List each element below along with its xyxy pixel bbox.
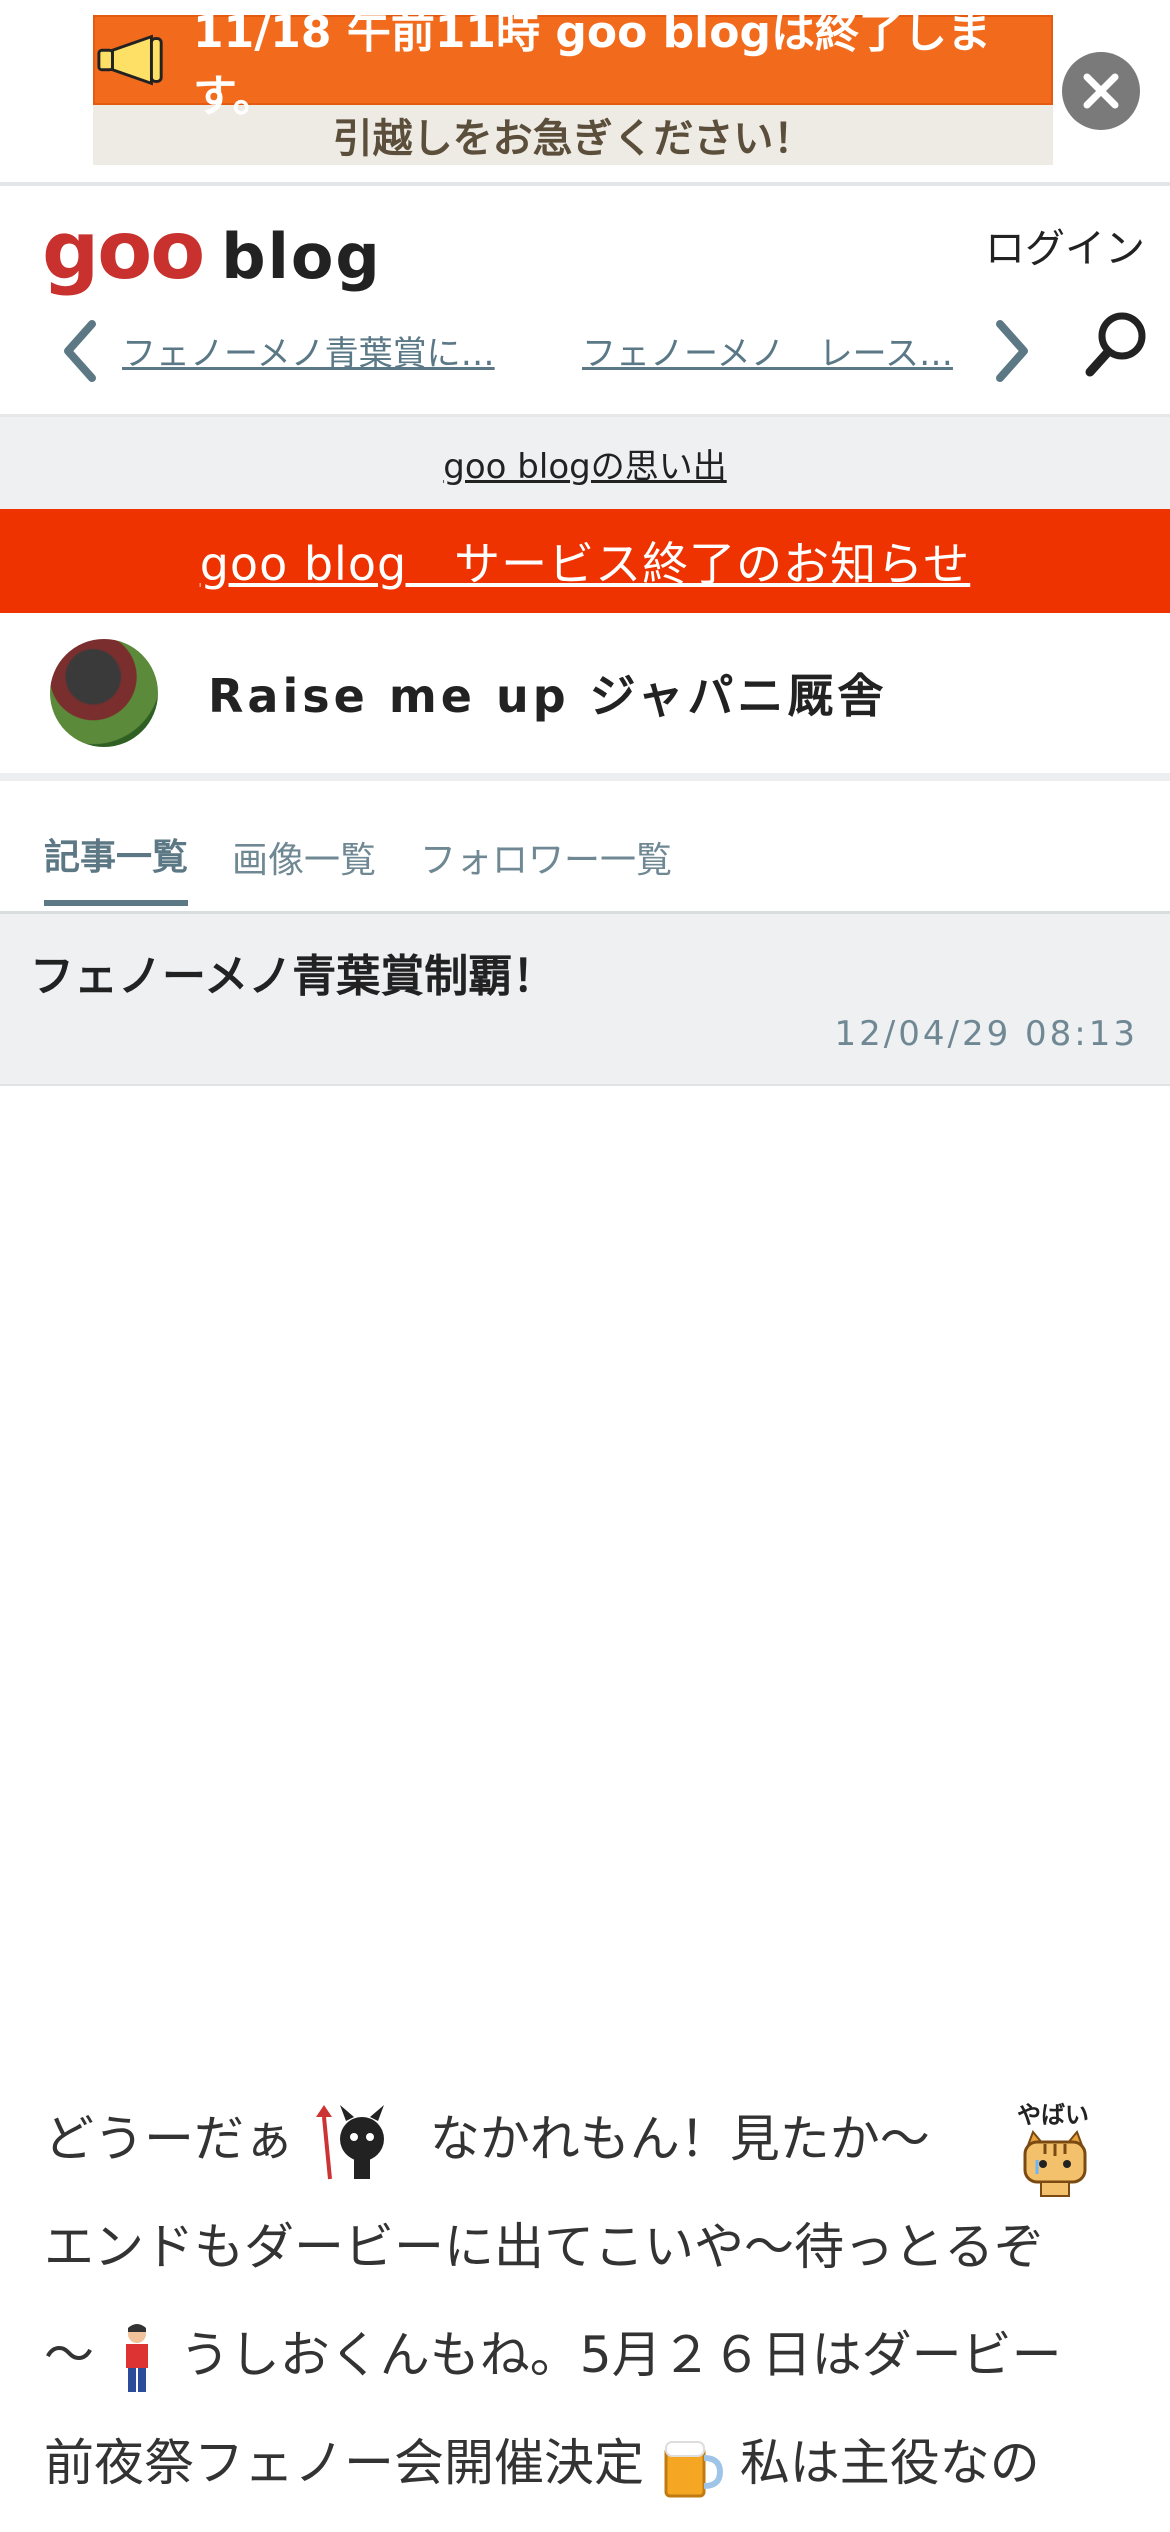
article-text: なかれもん！見たか～ (429, 2110, 930, 2168)
devil-emoji-icon (315, 2104, 384, 2179)
promo-banner[interactable]: 11/18 午前11時 goo blogは終了します。 引越しをお急ぎください！ (93, 7, 1053, 165)
service-end-notice-link[interactable]: goo blog サービス終了のお知らせ (200, 528, 971, 594)
logo-goo: goo (42, 204, 205, 297)
memories-link[interactable]: goo blogの思い出 (443, 439, 726, 488)
login-link[interactable]: ログイン (985, 216, 1145, 274)
article-body: どうーだぁ なかれもん！見たか～ エンドもダービーに出てこいや～待っとるぞ ～ … (44, 2085, 1134, 2517)
prev-article-link[interactable]: フェノーメノ青葉賞に… (122, 326, 495, 375)
close-icon (1083, 73, 1119, 109)
service-end-notice-bar: goo blog サービス終了のお知らせ (0, 509, 1170, 613)
yabai-cat-sticker: やばい (1015, 2095, 1095, 2204)
avatar[interactable] (50, 639, 158, 747)
memories-bar: goo blogの思い出 (0, 414, 1170, 509)
goo-blog-logo[interactable]: goo blog (42, 204, 382, 297)
person-emoji-icon (125, 2323, 148, 2392)
logo-blog: blog (221, 220, 382, 293)
tab-articles[interactable]: 記事一覧 (44, 798, 189, 906)
promo-banner-line1-box: 11/18 午前11時 goo blogは終了します。 (93, 7, 1053, 122)
article-line-2: エンドもダービーに出てこいや～待っとるぞ (44, 2218, 1044, 2276)
search-icon[interactable] (1082, 306, 1152, 386)
promo-banner-line2: 引越しをお急ぎください！ (332, 116, 814, 162)
chevron-left-icon[interactable] (60, 316, 100, 386)
article-title: フェノーメノ青葉賞制覇！ (30, 951, 557, 1002)
blog-title[interactable]: Raise me up ジャパニ厩舎 (208, 660, 887, 726)
article-text: ～ (44, 2326, 94, 2384)
article-header: フェノーメノ青葉賞制覇！ 12/04/29 08:13 (0, 914, 1170, 1086)
article-line-1: どうーだぁ なかれもん！見たか～ (44, 2085, 1134, 2193)
close-banner-button[interactable] (1062, 52, 1140, 130)
blog-header: Raise me up ジャパニ厩舎 (0, 613, 1170, 781)
article-text: 私は主役なの (739, 2434, 1040, 2492)
article-text: うしおくんもね。5月２６日はダービー (179, 2326, 1062, 2384)
sticker-label: やばい (1017, 2101, 1089, 2129)
tab-images[interactable]: 画像一覧 (232, 798, 376, 906)
site-header: goo blog ログイン フェノーメノ青葉賞に… フェノーメノ レース… (0, 186, 1170, 414)
article-date: 12/04/29 08:13 (834, 1014, 1138, 1054)
article-line-3: ～ うしおくんもね。5月２６日はダービー (44, 2301, 1134, 2409)
chevron-right-icon[interactable] (992, 316, 1032, 386)
beer-mug-emoji-icon (664, 2440, 723, 2497)
next-article-link[interactable]: フェノーメノ レース… (582, 326, 953, 375)
promo-banner-area: 11/18 午前11時 goo blogは終了します。 引越しをお急ぎください！ (0, 0, 1170, 186)
article-navigation: フェノーメノ青葉賞に… フェノーメノ レース… (0, 306, 1170, 398)
tab-followers[interactable]: フォロワー一覧 (420, 798, 672, 906)
article-line-4: 前夜祭フェノー会開催決定 私は主役なの (44, 2409, 1134, 2517)
article-text: どうーだぁ (44, 2110, 294, 2168)
megaphone-icon (97, 34, 163, 86)
article-text: 前夜祭フェノー会開催決定 (44, 2434, 644, 2492)
blog-tabs: 記事一覧 画像一覧 フォロワー一覧 (0, 793, 1170, 914)
cat-emoji-icon (1023, 2130, 1087, 2197)
